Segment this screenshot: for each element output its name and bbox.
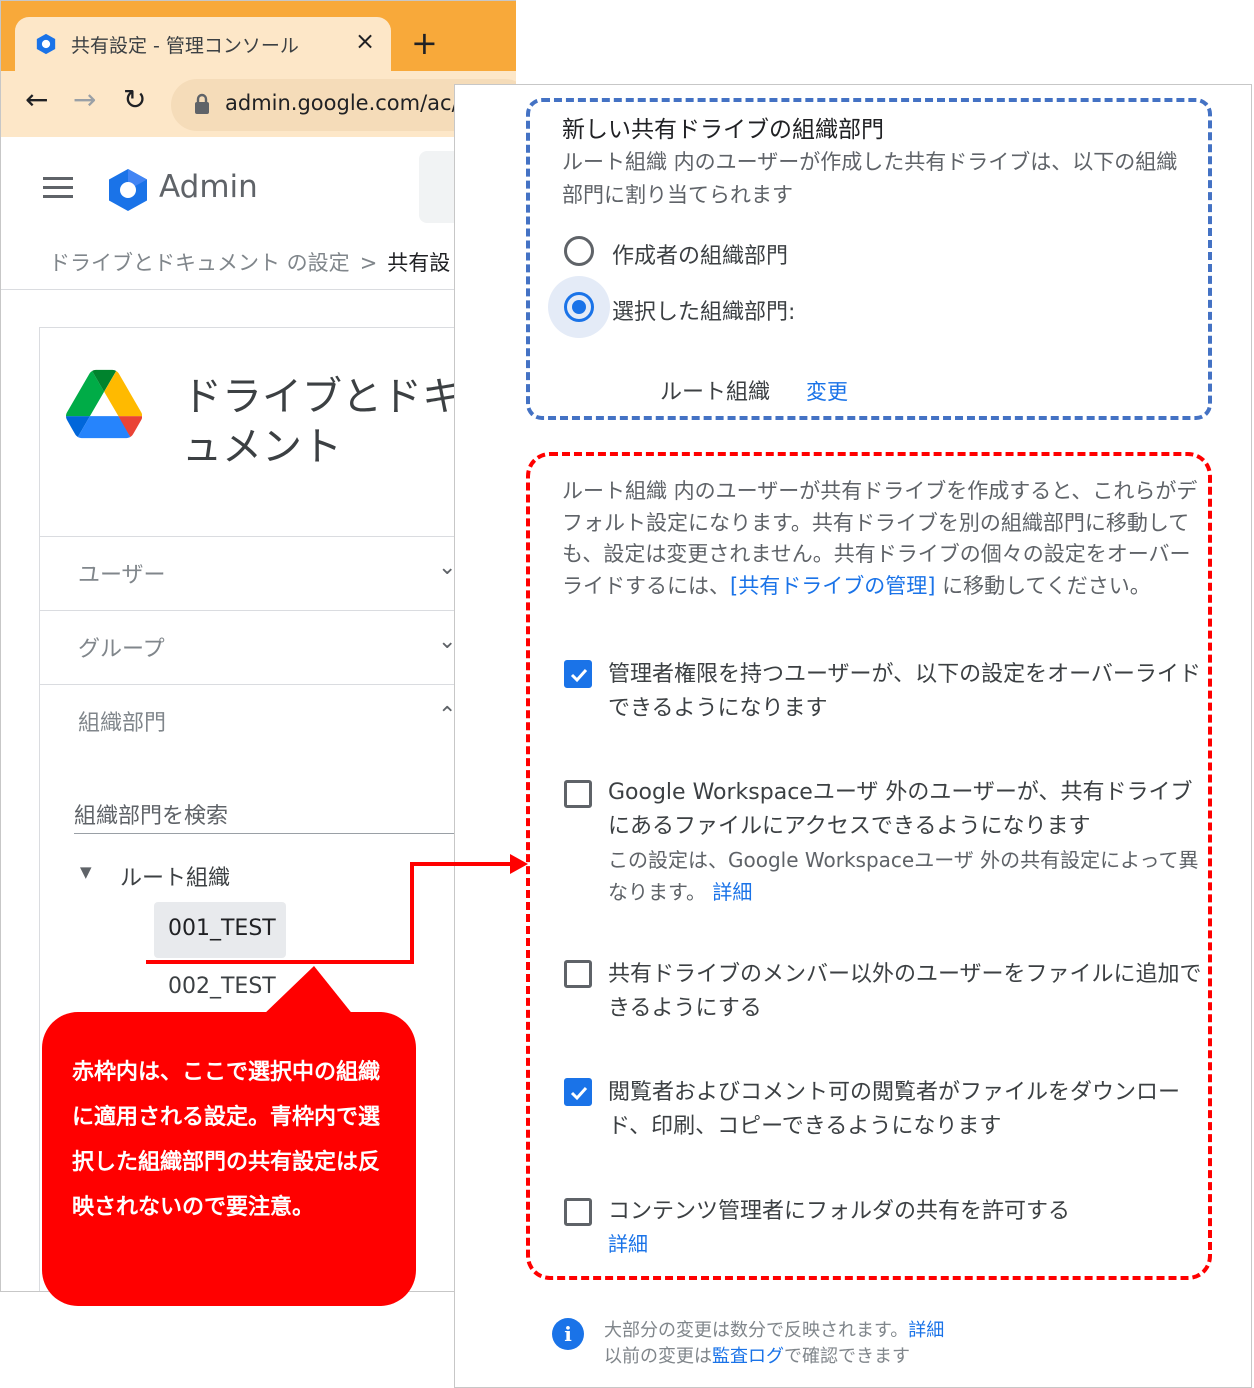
- tab-title: 共有設定 - 管理コンソール: [71, 35, 299, 57]
- radio-label-selected: 選択した組織部門:: [612, 300, 796, 325]
- admin-logo-icon: [109, 169, 147, 211]
- tree-caret-icon[interactable]: ▼: [80, 863, 92, 881]
- details-link[interactable]: 詳細: [608, 1228, 648, 1257]
- option-label: 管理者権限を持つユーザーが、以下の設定をオーバーライドできるようになります: [608, 662, 1201, 721]
- option-label: 閲覧者およびコメント可の閲覧者がファイルをダウンロード、印刷、コピーできるように…: [608, 1080, 1181, 1139]
- manage-shared-drives-link[interactable]: [共有ドライブの管理]: [730, 574, 935, 598]
- footer-note: 以前の変更は監査ログで確認できます: [604, 1346, 910, 1367]
- tab-close-icon[interactable]: ×: [355, 27, 375, 55]
- breadcrumb: ドライブとドキュメント の設定 > 共有設: [49, 247, 450, 277]
- breadcrumb-current: 共有設: [387, 251, 451, 275]
- checkbox-content-manager-share[interactable]: [564, 1198, 592, 1226]
- option-label: Google Workspaceユーザ 外のユーザーが、共有ドライブにあるファイ…: [608, 780, 1193, 839]
- admin-title: Admin: [159, 169, 258, 205]
- accordion-users[interactable]: ユーザー ⌄: [40, 536, 516, 610]
- card-title: ドライブとドキュメント: [182, 374, 462, 470]
- info-icon: i: [552, 1318, 584, 1350]
- tree-item[interactable]: 002_TEST: [168, 974, 276, 999]
- option-sublabel: この設定は、Google Workspaceユーザ 外の共有設定によって異なりま…: [608, 848, 1199, 904]
- accordion-org-units[interactable]: 組織部門 ⌃: [40, 684, 516, 758]
- accordion-label: 組織部門: [78, 711, 167, 736]
- tree-item-root[interactable]: ルート組織: [120, 860, 230, 892]
- option-label: コンテンツ管理者にフォルダの共有を許可する: [608, 1199, 1071, 1224]
- accordion-label: グループ: [78, 637, 165, 662]
- back-arrow-icon[interactable]: ←: [25, 83, 48, 116]
- footer-note: 大部分の変更は数分で反映されます。詳細: [604, 1320, 945, 1341]
- change-link[interactable]: 変更: [806, 376, 848, 406]
- checkbox-external-access[interactable]: [564, 780, 592, 808]
- breadcrumb-separator: >: [359, 251, 378, 275]
- accordion-label: ユーザー: [78, 563, 166, 588]
- checkbox-viewer-download[interactable]: [564, 1078, 592, 1106]
- checkbox-admin-override[interactable]: [564, 660, 592, 688]
- section-description: ルート組織 内のユーザーが作成した共有ドライブは、以下の組織部門に割り当てられま…: [562, 150, 1178, 207]
- breadcrumb-parent[interactable]: ドライブとドキュメント の設定: [49, 251, 350, 275]
- checkbox-non-member-add[interactable]: [564, 960, 592, 988]
- details-link[interactable]: 詳細: [712, 880, 752, 904]
- divider: [1, 289, 516, 290]
- option-label: 共有ドライブのメンバー以外のユーザーをファイルに追加できるようにする: [608, 962, 1202, 1021]
- radio-creator-ou[interactable]: [564, 236, 594, 266]
- selected-org-value: ルート組織: [660, 380, 771, 405]
- callout-text: 赤枠内は、ここで選択中の組織に適用される設定。青枠内で選択した組織部門の共有設定…: [72, 1060, 381, 1220]
- audit-log-link[interactable]: 監査ログ: [712, 1346, 784, 1367]
- new-tab-button[interactable]: +: [411, 23, 438, 63]
- defaults-description: ルート組織 内のユーザーが共有ドライブを作成すると、これらがデフォルト設定になり…: [562, 479, 1198, 598]
- details-link[interactable]: 詳細: [908, 1320, 944, 1341]
- org-unit-search-input[interactable]: 組織部門を検索: [74, 798, 516, 834]
- checkmark-icon: [570, 668, 588, 683]
- section-title: 新しい共有ドライブの組織部門: [562, 117, 884, 143]
- accordion-groups[interactable]: グループ ⌄: [40, 610, 516, 684]
- admin-favicon-icon: [36, 33, 56, 55]
- lock-icon: [195, 93, 209, 114]
- radio-selected-ou[interactable]: [564, 292, 594, 322]
- radio-label-creator: 作成者の組織部門: [612, 244, 789, 269]
- checkmark-icon: [570, 1086, 588, 1101]
- admin-header: Admin: [1, 137, 516, 237]
- forward-arrow-icon[interactable]: →: [73, 83, 96, 116]
- google-drive-icon: [66, 369, 142, 439]
- browser-toolbar: ← → ↻ admin.google.com/ac/m: [1, 71, 516, 137]
- hamburger-menu-icon[interactable]: [43, 177, 73, 199]
- callout-bubble: 赤枠内は、ここで選択中の組織に適用される設定。青枠内で選択した組織部門の共有設定…: [42, 1012, 416, 1306]
- reload-icon[interactable]: ↻: [123, 83, 146, 116]
- tree-item-selected[interactable]: 001_TEST: [154, 902, 286, 958]
- tab-bar: 共有設定 - 管理コンソール × +: [1, 1, 516, 71]
- url-text: admin.google.com/ac/m: [225, 91, 480, 115]
- browser-tab[interactable]: 共有設定 - 管理コンソール ×: [15, 17, 391, 71]
